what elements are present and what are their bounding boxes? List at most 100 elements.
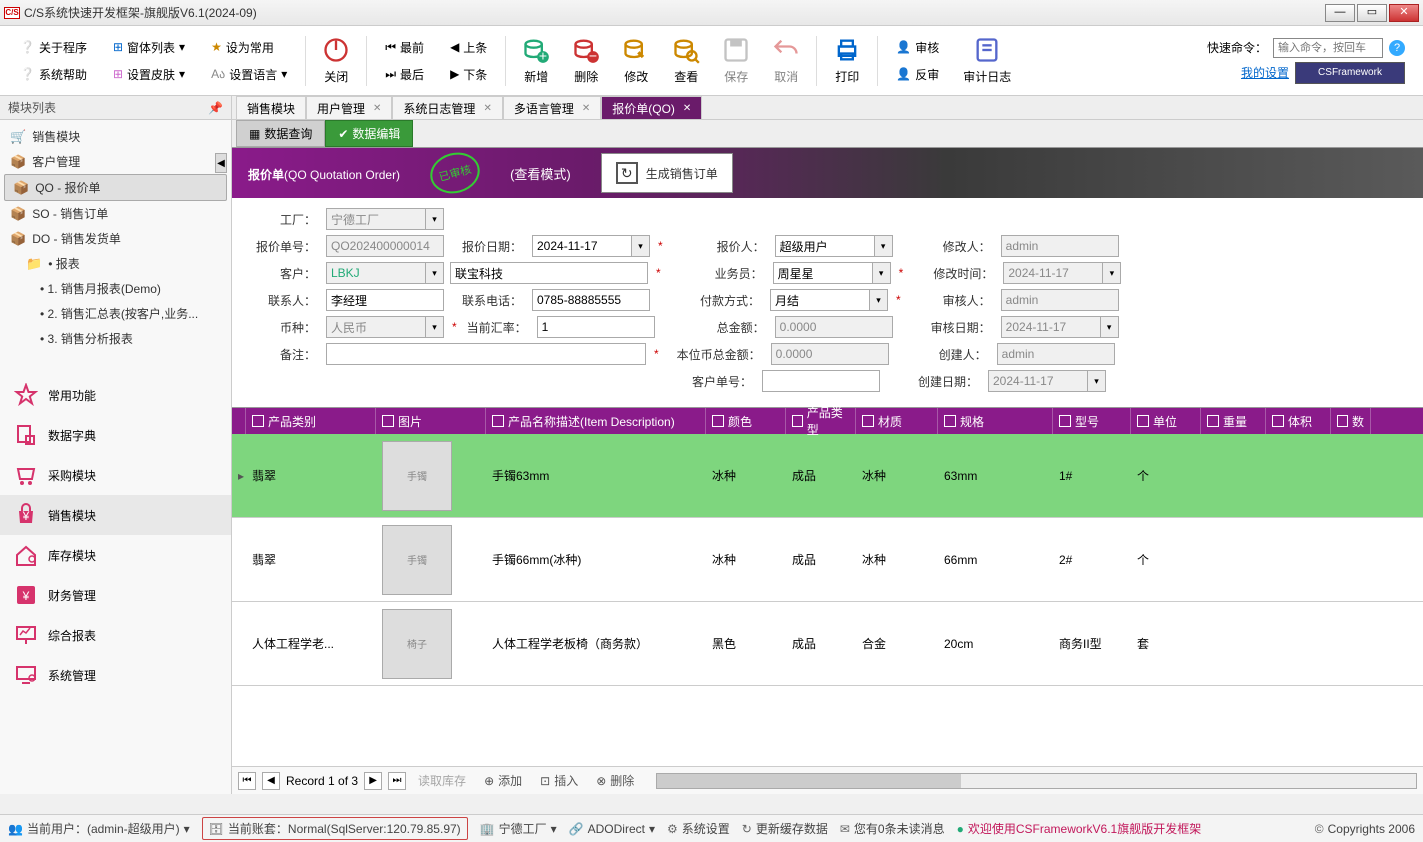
close-icon[interactable]: ✕ — [582, 103, 590, 114]
setlang-button[interactable]: Aა设置语言 ▾ — [203, 62, 295, 87]
first-button[interactable]: ⏮最前 — [377, 35, 432, 60]
readstock-button[interactable]: 读取库存 — [412, 772, 472, 789]
mod-finance[interactable]: ¥财务管理 — [0, 575, 231, 615]
tree-report1[interactable]: • 1. 销售月报表(Demo) — [0, 276, 231, 301]
col-spec[interactable]: 规格 — [938, 408, 1053, 434]
next-button[interactable]: ▶下条 — [442, 62, 495, 87]
grid-row[interactable]: ▸ 翡翠 手镯 手镯63mm 冰种 成品 冰种 63mm 1# 个 — [232, 434, 1423, 518]
cancel-button[interactable]: 取消 — [762, 32, 810, 89]
nav-prev[interactable]: ◀ — [262, 772, 280, 790]
subtab-query[interactable]: ▦数据查询 — [236, 120, 325, 147]
generate-so-button[interactable]: ↻生成销售订单 — [601, 153, 733, 193]
col-material[interactable]: 材质 — [856, 408, 938, 434]
col-volume[interactable]: 体积 — [1266, 408, 1331, 434]
mod-dict[interactable]: 数据字典 — [0, 415, 231, 455]
setskin-button[interactable]: ⊞设置皮肤 ▾ — [105, 62, 193, 87]
pay-input[interactable] — [770, 289, 870, 311]
customer-name-input[interactable] — [450, 262, 648, 284]
add-button[interactable]: +新增 — [512, 32, 560, 89]
remark-input[interactable] — [326, 343, 646, 365]
audit-button[interactable]: 👤审核 — [888, 35, 947, 60]
sb-sysset[interactable]: ⚙系统设置 — [667, 820, 730, 837]
tree-do[interactable]: 📦DO - 销售发货单 — [0, 226, 231, 251]
help-icon[interactable]: ? — [1389, 40, 1405, 56]
col-weight[interactable]: 重量 — [1201, 408, 1266, 434]
minimize-button[interactable]: — — [1325, 4, 1355, 22]
col-image[interactable]: 图片 — [376, 408, 486, 434]
unaudit-button[interactable]: 👤反审 — [888, 62, 947, 87]
collapse-sidebar-button[interactable]: ◀ — [215, 153, 227, 173]
factory-input[interactable] — [326, 208, 426, 230]
maximize-button[interactable]: ▭ — [1357, 4, 1387, 22]
tree-qo[interactable]: 📦QO - 报价单 — [4, 174, 227, 201]
sb-factory[interactable]: 🏢宁德工厂 ▾ — [480, 820, 557, 837]
tab-user[interactable]: 用户管理✕ — [306, 96, 392, 119]
quickcmd-input[interactable] — [1273, 38, 1383, 58]
dropdown-icon[interactable]: ▾ — [873, 262, 891, 284]
tree-report3[interactable]: • 3. 销售分析报表 — [0, 326, 231, 351]
close-window-button[interactable]: ✕ — [1389, 4, 1419, 22]
close-button[interactable]: 关闭 — [312, 32, 360, 89]
tree-so[interactable]: 📦SO - 销售订单 — [0, 201, 231, 226]
grid-row[interactable]: 翡翠 手镯 手镯66mm(冰种) 冰种 成品 冰种 66mm 2# 个 — [232, 518, 1423, 602]
col-unit[interactable]: 单位 — [1131, 408, 1201, 434]
view-button[interactable]: 查看 — [662, 32, 710, 89]
mod-system[interactable]: 系统管理 — [0, 655, 231, 695]
col-desc[interactable]: 产品名称描述(Item Description) — [486, 408, 706, 434]
print-button[interactable]: 打印 — [823, 32, 871, 89]
mysettings-link[interactable]: 我的设置 — [1241, 64, 1289, 81]
mod-reports[interactable]: 综合报表 — [0, 615, 231, 655]
auditlog-button[interactable]: 审计日志 — [953, 32, 1021, 89]
currency-input[interactable] — [326, 316, 426, 338]
col-type[interactable]: 产品类型 — [786, 408, 856, 434]
tab-sales[interactable]: 销售模块 — [236, 96, 306, 119]
tree-report2[interactable]: • 2. 销售汇总表(按客户,业务... — [0, 301, 231, 326]
contact-input[interactable] — [326, 289, 444, 311]
mod-purchase[interactable]: 采购模块 — [0, 455, 231, 495]
col-qty[interactable]: 数 — [1331, 408, 1371, 434]
dropdown-icon[interactable]: ▾ — [426, 316, 444, 338]
tree-sales[interactable]: 🛒销售模块 — [0, 124, 231, 149]
mod-stock[interactable]: 库存模块 — [0, 535, 231, 575]
winlist-button[interactable]: ⊞窗体列表 ▾ — [105, 35, 193, 60]
grid-row[interactable]: 人体工程学老... 椅子 人体工程学老板椅（商务款） 黑色 成品 合金 20cm… — [232, 602, 1423, 686]
mod-common[interactable]: 常用功能 — [0, 375, 231, 415]
sb-refresh[interactable]: ↻更新缓存数据 — [742, 820, 828, 837]
tree-customer[interactable]: 📦客户管理 — [0, 149, 231, 174]
tree-reports[interactable]: 📁• 报表 — [0, 251, 231, 276]
grid-delete-button[interactable]: ⊗删除 — [590, 772, 640, 789]
close-icon[interactable]: ✕ — [683, 103, 691, 114]
dropdown-icon[interactable]: ▾ — [426, 208, 444, 230]
syshelp-button[interactable]: ❔系统帮助 — [12, 62, 95, 87]
col-color[interactable]: 颜色 — [706, 408, 786, 434]
nav-next[interactable]: ▶ — [364, 772, 382, 790]
rate-input[interactable] — [537, 316, 655, 338]
grid-insert-button[interactable]: ⊡插入 — [534, 772, 584, 789]
sb-messages[interactable]: ✉您有0条未读消息 — [840, 820, 945, 837]
about-button[interactable]: ❔关于程序 — [12, 35, 95, 60]
close-icon[interactable]: ✕ — [373, 103, 381, 114]
tab-syslog[interactable]: 系统日志管理✕ — [392, 96, 502, 119]
customer-code-input[interactable] — [326, 262, 426, 284]
subtab-edit[interactable]: ✔数据编辑 — [325, 120, 413, 147]
grid-add-button[interactable]: ⊕添加 — [478, 772, 528, 789]
mod-sales[interactable]: ¥销售模块 — [0, 495, 231, 535]
dropdown-icon[interactable]: ▾ — [1101, 316, 1119, 338]
save-button[interactable]: 保存 — [712, 32, 760, 89]
col-category[interactable]: 产品类别 — [246, 408, 376, 434]
qo-date-input[interactable] — [532, 235, 632, 257]
tab-lang[interactable]: 多语言管理✕ — [503, 96, 601, 119]
setcommon-button[interactable]: ★设为常用 — [203, 35, 295, 60]
col-model[interactable]: 型号 — [1053, 408, 1131, 434]
edit-button[interactable]: 修改 — [612, 32, 660, 89]
dropdown-icon[interactable]: ▾ — [632, 235, 650, 257]
dropdown-icon[interactable]: ▾ — [870, 289, 888, 311]
last-button[interactable]: ⏭最后 — [377, 62, 432, 87]
quoter-input[interactable] — [775, 235, 875, 257]
sb-user[interactable]: 👥当前用户：(admin-超级用户) ▾ — [8, 820, 190, 837]
cust-po-input[interactable] — [762, 370, 880, 392]
tab-qo[interactable]: 报价单(QO)✕ — [601, 96, 702, 119]
sales-input[interactable] — [773, 262, 873, 284]
close-icon[interactable]: ✕ — [483, 103, 491, 114]
nav-first[interactable]: ⏮ — [238, 772, 256, 790]
